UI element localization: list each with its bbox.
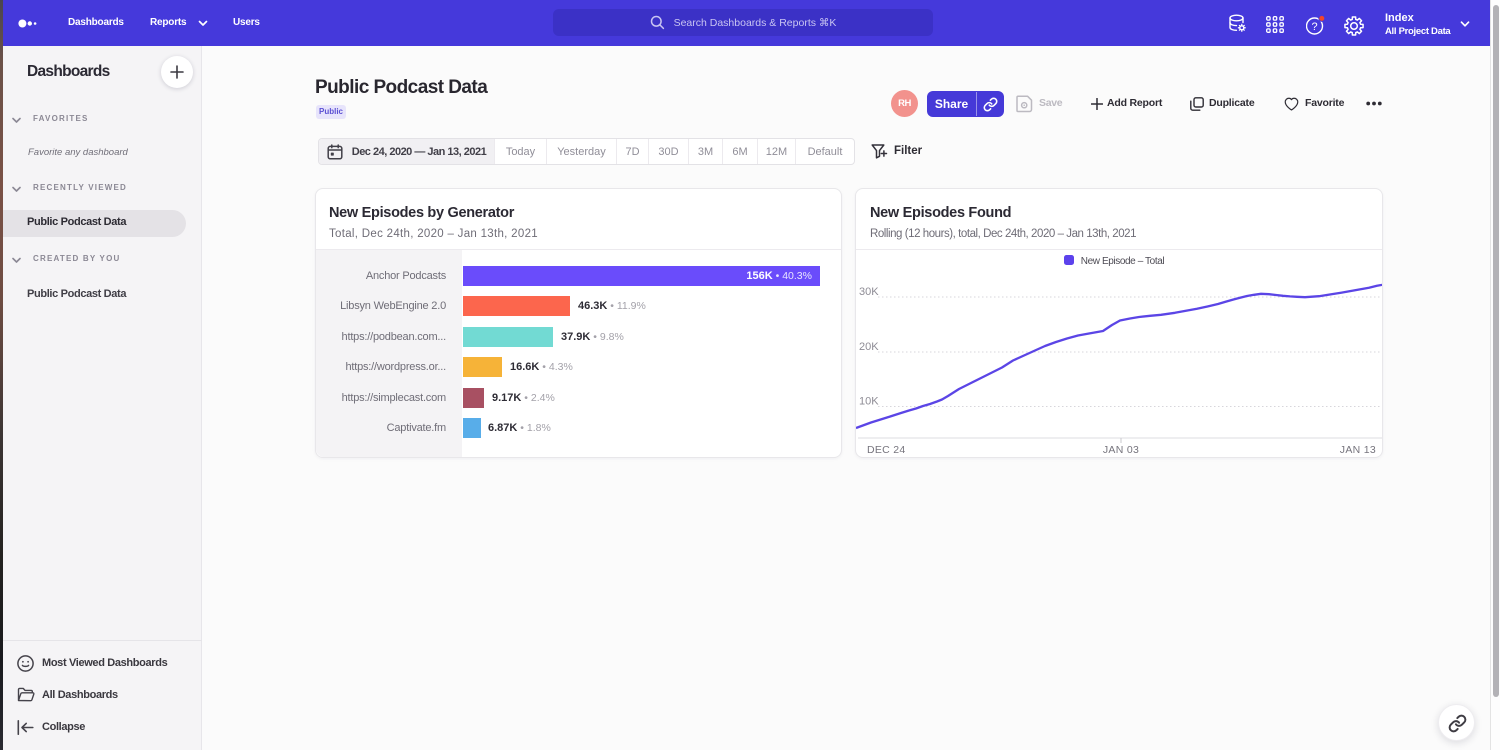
svg-text:?: ? — [1311, 21, 1317, 33]
svg-text:30K: 30K — [859, 286, 879, 298]
svg-text:10K: 10K — [859, 396, 879, 408]
svg-text:DEC 24: DEC 24 — [867, 444, 906, 456]
svg-text:JAN 03: JAN 03 — [1103, 444, 1139, 456]
svg-text:JAN 13: JAN 13 — [1340, 444, 1376, 456]
svg-text:20K: 20K — [859, 341, 879, 353]
